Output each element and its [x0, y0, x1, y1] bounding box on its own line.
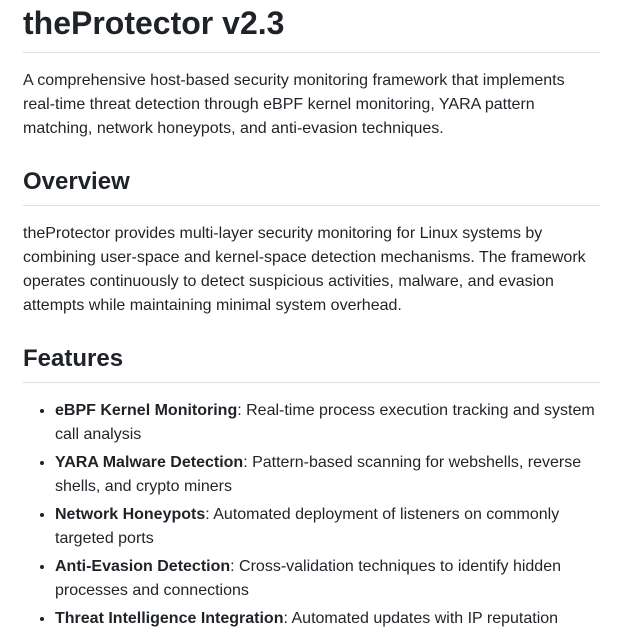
feature-name: YARA Malware Detection [55, 454, 244, 471]
feature-name: Threat Intelligence Integration [55, 610, 284, 627]
overview-heading: Overview [23, 167, 600, 206]
page-title: theProtector v2.3 [23, 3, 600, 53]
list-item: Network Honeypots: Automated deployment … [55, 503, 600, 551]
list-item: eBPF Kernel Monitoring: Real-time proces… [55, 399, 600, 447]
features-heading: Features [23, 344, 600, 383]
list-item: Anti-Evasion Detection: Cross-validation… [55, 555, 600, 603]
list-item: YARA Malware Detection: Pattern-based sc… [55, 451, 600, 499]
overview-paragraph: theProtector provides multi-layer securi… [23, 225, 586, 314]
features-list: eBPF Kernel Monitoring: Real-time proces… [23, 399, 600, 629]
feature-name: Network Honeypots [55, 506, 206, 523]
document-page: theProtector v2.3 A comprehensive host-b… [0, 3, 619, 629]
feature-name: Anti-Evasion Detection [55, 558, 231, 575]
feature-description: : Automated updates with IP reputation [283, 610, 559, 627]
feature-name: eBPF Kernel Monitoring [55, 402, 238, 419]
list-item: Threat Intelligence Integration: Automat… [55, 607, 600, 629]
intro-paragraph: A comprehensive host-based security moni… [23, 72, 565, 137]
